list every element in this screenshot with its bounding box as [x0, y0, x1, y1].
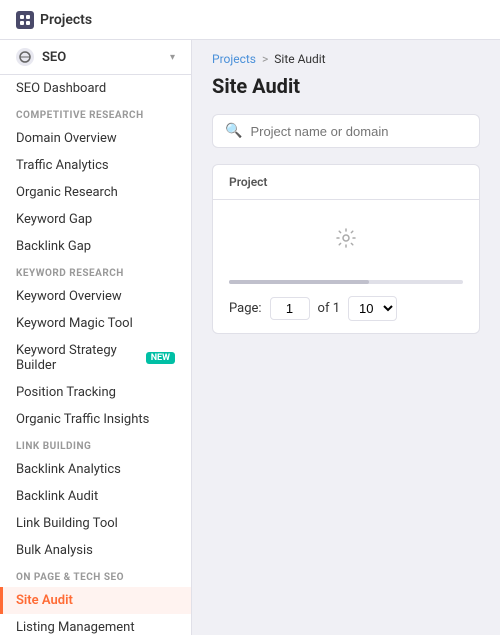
site-audit-label: Site Audit: [16, 593, 73, 608]
sidebar-item-seo-dashboard[interactable]: SEO Dashboard: [0, 75, 191, 102]
sidebar-item-keyword-strategy-builder[interactable]: Keyword Strategy Builder NEW: [0, 337, 191, 379]
top-bar: Projects: [0, 0, 500, 40]
main-content: Projects > Site Audit Site Audit 🔍 Proje…: [192, 40, 500, 635]
sidebar-item-organic-research[interactable]: Organic Research: [0, 179, 191, 206]
keyword-overview-label: Keyword Overview: [16, 289, 122, 304]
position-tracking-label: Position Tracking: [16, 385, 116, 400]
page-title-area: Site Audit: [192, 70, 500, 114]
page-label: Page:: [229, 301, 262, 316]
seo-section-toggle[interactable]: SEO ▾: [0, 40, 191, 75]
seo-icon: [16, 48, 34, 66]
backlink-analytics-label: Backlink Analytics: [16, 462, 121, 477]
main-layout: SEO ▾ SEO Dashboard COMPETITIVE RESEARCH…: [0, 40, 500, 635]
sidebar-item-domain-overview[interactable]: Domain Overview: [0, 125, 191, 152]
sidebar-item-position-tracking[interactable]: Position Tracking: [0, 379, 191, 406]
search-input[interactable]: [250, 124, 467, 139]
search-icon: 🔍: [225, 123, 242, 139]
keyword-strategy-builder-label: Keyword Strategy Builder: [16, 343, 138, 373]
table-scrollbar[interactable]: [229, 280, 463, 284]
seo-dashboard-label: SEO Dashboard: [16, 81, 106, 96]
sidebar-item-keyword-magic-tool[interactable]: Keyword Magic Tool: [0, 310, 191, 337]
sidebar-item-backlink-analytics[interactable]: Backlink Analytics: [0, 456, 191, 483]
sidebar-item-backlink-audit[interactable]: Backlink Audit: [0, 483, 191, 510]
sidebar-item-keyword-overview[interactable]: Keyword Overview: [0, 283, 191, 310]
table-header-project: Project: [213, 165, 479, 200]
sidebar-item-link-building-tool[interactable]: Link Building Tool: [0, 510, 191, 537]
page-number-input[interactable]: [270, 297, 310, 320]
table-body: [213, 200, 479, 280]
sidebar-item-keyword-gap[interactable]: Keyword Gap: [0, 206, 191, 233]
settings-icon: [319, 211, 373, 270]
link-building-tool-label: Link Building Tool: [16, 516, 118, 531]
organic-traffic-insights-label: Organic Traffic Insights: [16, 412, 149, 427]
chevron-down-icon: ▾: [170, 52, 175, 63]
sidebar-item-site-audit[interactable]: Site Audit: [0, 587, 191, 614]
backlink-gap-label: Backlink Gap: [16, 239, 91, 254]
listing-management-label: Listing Management: [16, 620, 135, 635]
search-box[interactable]: 🔍: [212, 114, 480, 148]
seo-label: SEO: [42, 50, 66, 65]
top-bar-projects-section: Projects: [16, 11, 92, 29]
sidebar-item-backlink-gap[interactable]: Backlink Gap: [0, 233, 191, 260]
sidebar: SEO ▾ SEO Dashboard COMPETITIVE RESEARCH…: [0, 40, 192, 635]
backlink-audit-label: Backlink Audit: [16, 489, 98, 504]
organic-research-label: Organic Research: [16, 185, 118, 200]
on-page-header: ON PAGE & TECH SEO: [0, 564, 191, 587]
projects-icon: [16, 11, 34, 29]
sidebar-item-traffic-analytics[interactable]: Traffic Analytics: [0, 152, 191, 179]
page-title: Site Audit: [212, 74, 480, 98]
sidebar-item-organic-traffic-insights[interactable]: Organic Traffic Insights: [0, 406, 191, 433]
projects-label: Projects: [40, 12, 92, 28]
breadcrumb-projects[interactable]: Projects: [212, 52, 256, 66]
breadcrumb-current: Site Audit: [274, 52, 325, 66]
domain-overview-label: Domain Overview: [16, 131, 117, 146]
traffic-analytics-label: Traffic Analytics: [16, 158, 109, 173]
link-building-header: LINK BUILDING: [0, 433, 191, 456]
new-badge: NEW: [146, 352, 175, 364]
per-page-select[interactable]: 10 20 50: [348, 296, 397, 321]
breadcrumb: Projects > Site Audit: [192, 40, 500, 70]
competitive-research-header: COMPETITIVE RESEARCH: [0, 102, 191, 125]
keyword-gap-label: Keyword Gap: [16, 212, 92, 227]
bulk-analysis-label: Bulk Analysis: [16, 543, 93, 558]
keyword-magic-tool-label: Keyword Magic Tool: [16, 316, 133, 331]
keyword-research-header: KEYWORD RESEARCH: [0, 260, 191, 283]
pagination-bar: Page: of 1 10 20 50: [213, 284, 479, 333]
projects-table: Project Page: of 1 10: [212, 164, 480, 334]
sidebar-item-bulk-analysis[interactable]: Bulk Analysis: [0, 537, 191, 564]
table-scrollbar-thumb: [229, 280, 369, 284]
breadcrumb-separator: >: [262, 52, 268, 66]
sidebar-item-listing-management[interactable]: Listing Management: [0, 614, 191, 635]
of-total-pages: of 1: [318, 301, 340, 316]
